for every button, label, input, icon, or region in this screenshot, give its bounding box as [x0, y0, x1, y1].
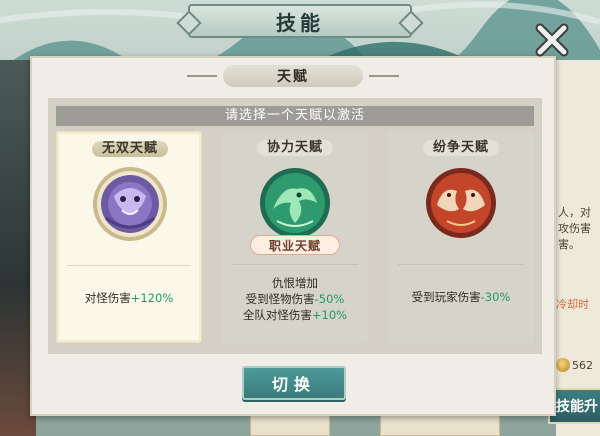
- screen-title: 技能: [188, 4, 412, 38]
- effect-row: 仇恨增加: [272, 276, 318, 290]
- red-dragon-emblem-icon: [423, 165, 499, 241]
- talent-card-wushuang[interactable]: 无双天赋 对怪伤害+120%: [56, 131, 202, 343]
- talent-name: 纷争天赋: [411, 139, 511, 157]
- effect-row: 全队对怪伤害+10%: [242, 308, 348, 322]
- coin-icon: [556, 358, 570, 372]
- class-talent-badge: 职业天赋: [250, 235, 340, 255]
- talent-card-xieli[interactable]: 协力天赋 职业天赋 仇恨增加 受到怪物伤害-50% 全队对怪伤害+10%: [222, 131, 368, 343]
- close-icon: [535, 23, 569, 57]
- switch-button[interactable]: 切换: [242, 366, 346, 400]
- background-description: 人，对 攻伤害 害。: [558, 206, 591, 251]
- effect-row: 受到玩家伤害-30%: [411, 290, 511, 304]
- talent-card-fenzheng[interactable]: 纷争天赋 受到玩家伤害-30%: [388, 131, 534, 343]
- dialog-title: 天赋: [223, 65, 363, 87]
- talent-dialog: 天赋 请选择一个天赋以激活 无双天赋 对怪伤害+120% 协力天赋 职业天赋 仇…: [30, 56, 556, 416]
- close-button[interactable]: [532, 20, 572, 60]
- divider: [398, 264, 524, 265]
- divider: [187, 75, 217, 77]
- talent-effects: 对怪伤害+120%: [61, 290, 197, 306]
- divider: [369, 75, 399, 77]
- talent-name: 协力天赋: [245, 139, 345, 157]
- effect-row: 对怪伤害+120%: [84, 291, 174, 305]
- divider: [232, 264, 358, 265]
- effect-row: 受到怪物伤害-50%: [245, 292, 345, 306]
- divider: [67, 265, 191, 266]
- purple-lion-emblem-icon: [92, 166, 168, 242]
- talent-panel: 请选择一个天赋以激活 无双天赋 对怪伤害+120% 协力天赋 职业天赋 仇恨增加…: [48, 98, 542, 354]
- dialog-title-bar: 天赋: [32, 64, 554, 88]
- talent-prompt: 请选择一个天赋以激活: [56, 106, 534, 126]
- talent-effects: 受到玩家伤害-30%: [392, 289, 530, 305]
- background-cooldown-label: 冷却时: [556, 298, 589, 311]
- talent-name: 无双天赋: [80, 140, 180, 158]
- background-coin-count: 562: [556, 356, 600, 374]
- talent-effects: 仇恨增加 受到怪物伤害-50% 全队对怪伤害+10%: [226, 275, 364, 323]
- green-phoenix-emblem-icon: [257, 165, 333, 241]
